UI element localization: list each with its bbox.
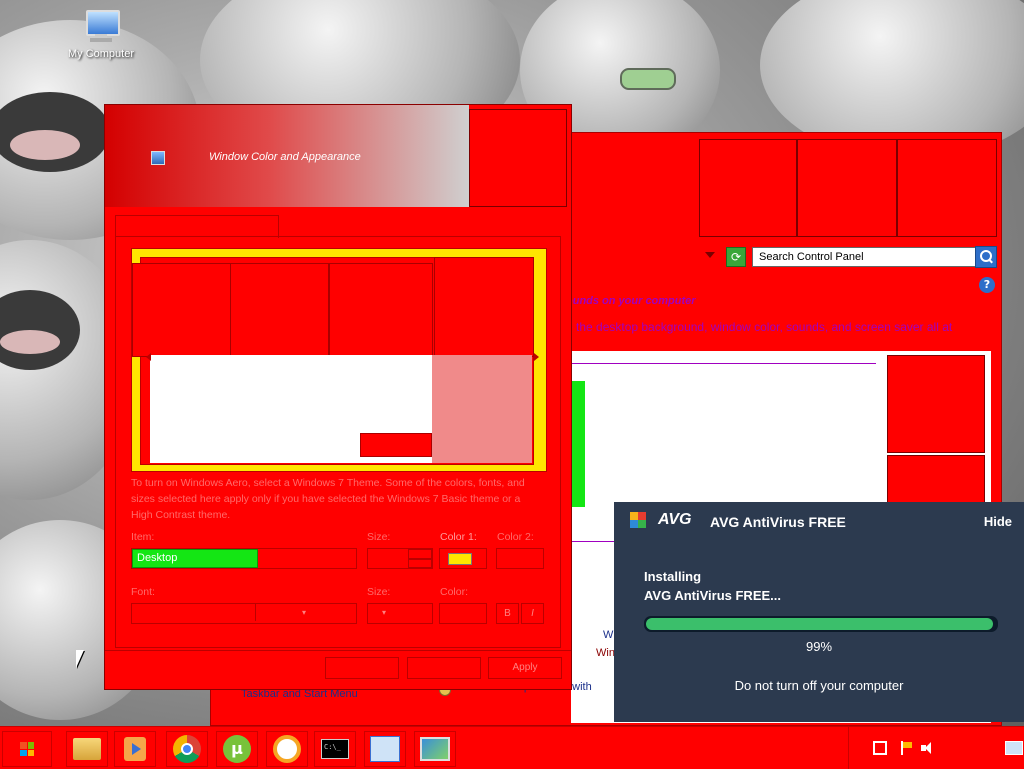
taskbar: µ C:\_	[0, 726, 1024, 769]
color1-swatch	[448, 553, 472, 565]
font-color-picker[interactable]	[439, 603, 487, 624]
show-desktop-icon[interactable]	[1005, 741, 1023, 755]
taskbar-app-avast-browser[interactable]	[266, 731, 308, 767]
apply-button[interactable]: Apply	[488, 657, 562, 679]
theme-preview[interactable]	[571, 381, 585, 507]
color1-picker[interactable]	[439, 548, 487, 569]
personalization-link[interactable]: W	[603, 629, 613, 641]
preview-message-box	[150, 355, 432, 463]
minimize-button[interactable]	[699, 139, 797, 237]
action-center-flag-icon[interactable]	[899, 741, 913, 755]
chrome-icon	[173, 735, 201, 763]
command-prompt-icon: C:\_	[321, 739, 349, 759]
font-color-label: Color:	[440, 586, 469, 598]
italic-button[interactable]: I	[521, 603, 544, 624]
appearance-preview	[131, 248, 547, 472]
color2-picker[interactable]	[496, 548, 544, 569]
preview-window-text	[329, 263, 433, 357]
color2-label: Color 2:	[497, 531, 534, 543]
window-color-appearance-dialog[interactable]: Window Color and Appearance To turn on W…	[104, 104, 572, 690]
instructions-text: To turn on Windows Aero, select a Window…	[131, 477, 525, 521]
avg-logo-icon	[630, 512, 654, 532]
taskbar-app-chrome[interactable]	[166, 731, 208, 767]
windows-link[interactable]: Win	[596, 647, 615, 659]
window-title: Window Color and Appearance	[209, 151, 361, 163]
font-size-label: Size:	[367, 586, 391, 598]
size-label: Size:	[367, 531, 391, 543]
font-label: Font:	[131, 586, 155, 598]
avg-installer-popup: AVG AVG AntiVirus FREE Hide Installing A…	[614, 502, 1024, 722]
maximize-button[interactable]	[797, 139, 897, 237]
progress-bar-fill	[646, 618, 993, 630]
page-description: e the desktop background, window color, …	[566, 320, 953, 334]
dialog-footer	[105, 650, 571, 651]
search-input[interactable]: Search Control Panel	[752, 247, 978, 267]
utorrent-icon: µ	[223, 735, 251, 763]
progress-label: 99%	[805, 639, 833, 654]
preview-active-window	[230, 263, 329, 357]
desktop-icon-label: My Computer	[67, 48, 135, 60]
progress-bar	[644, 616, 998, 632]
search-icon[interactable]	[975, 246, 997, 268]
page-heading: ounds on your computer	[566, 295, 696, 307]
scrollbar-up-button[interactable]	[887, 355, 985, 453]
taskbar-app-control-panel[interactable]	[364, 731, 406, 767]
start-icon	[20, 742, 34, 756]
mouse-cursor	[76, 650, 84, 668]
avg-title: AVG AntiVirus FREE	[710, 514, 846, 530]
window-icon	[151, 151, 165, 165]
system-tray	[848, 727, 1024, 769]
taskbar-app-command-prompt[interactable]: C:\_	[314, 731, 356, 767]
item-value: Desktop	[132, 549, 258, 568]
network-icon[interactable]	[873, 741, 887, 755]
computer-icon	[82, 10, 120, 44]
avast-secure-browser-icon	[273, 735, 301, 763]
ok-button[interactable]	[325, 657, 399, 679]
help-icon[interactable]: ?	[979, 277, 995, 293]
item-label: Item:	[131, 531, 155, 543]
item-dropdown[interactable]: Desktop	[131, 548, 357, 569]
tab-appearance[interactable]	[115, 215, 279, 238]
size-spinner[interactable]	[367, 548, 433, 569]
hide-button[interactable]: Hide	[984, 514, 1012, 529]
media-player-icon	[124, 737, 146, 761]
display-settings-icon	[420, 737, 450, 761]
taskbar-app-media-player[interactable]	[114, 731, 156, 767]
preview-ok-button	[360, 433, 432, 457]
taskbar-app-file-explorer[interactable]	[66, 731, 108, 767]
control-panel-icon	[370, 736, 400, 762]
status-line2: AVG AntiVirus FREE...	[644, 588, 782, 603]
font-size-dropdown[interactable]: ▾	[367, 603, 433, 624]
preview-inactive-window	[132, 263, 231, 357]
status-line1: Installing	[644, 569, 702, 584]
refresh-icon[interactable]: ⟳	[726, 247, 746, 267]
cancel-button[interactable]	[407, 657, 481, 679]
chevron-down-icon: ▾	[255, 604, 352, 621]
volume-icon[interactable]	[921, 741, 935, 755]
desktop-icon-my-computer[interactable]: My Computer	[64, 10, 138, 60]
close-button[interactable]	[469, 109, 567, 207]
preview-scrollbar	[432, 355, 532, 463]
start-button[interactable]	[2, 731, 52, 767]
preview-scrollbar-top	[434, 257, 534, 357]
bold-button[interactable]: B	[496, 603, 519, 624]
chevron-down-icon: ▾	[382, 608, 387, 617]
taskbar-app-utorrent[interactable]: µ	[216, 731, 258, 767]
footer-text: Do not turn off your computer	[734, 678, 904, 693]
font-dropdown[interactable]: ▾	[131, 603, 357, 624]
address-dropdown-icon[interactable]	[705, 252, 715, 258]
close-button[interactable]	[897, 139, 997, 237]
scrollbar-track[interactable]	[887, 455, 985, 507]
file-explorer-icon	[73, 738, 101, 760]
title-bar[interactable]: Window Color and Appearance	[105, 105, 469, 207]
taskbar-app-display-settings[interactable]	[414, 731, 456, 767]
color1-label: Color 1:	[440, 531, 477, 543]
avg-brand: AVG	[658, 511, 692, 528]
